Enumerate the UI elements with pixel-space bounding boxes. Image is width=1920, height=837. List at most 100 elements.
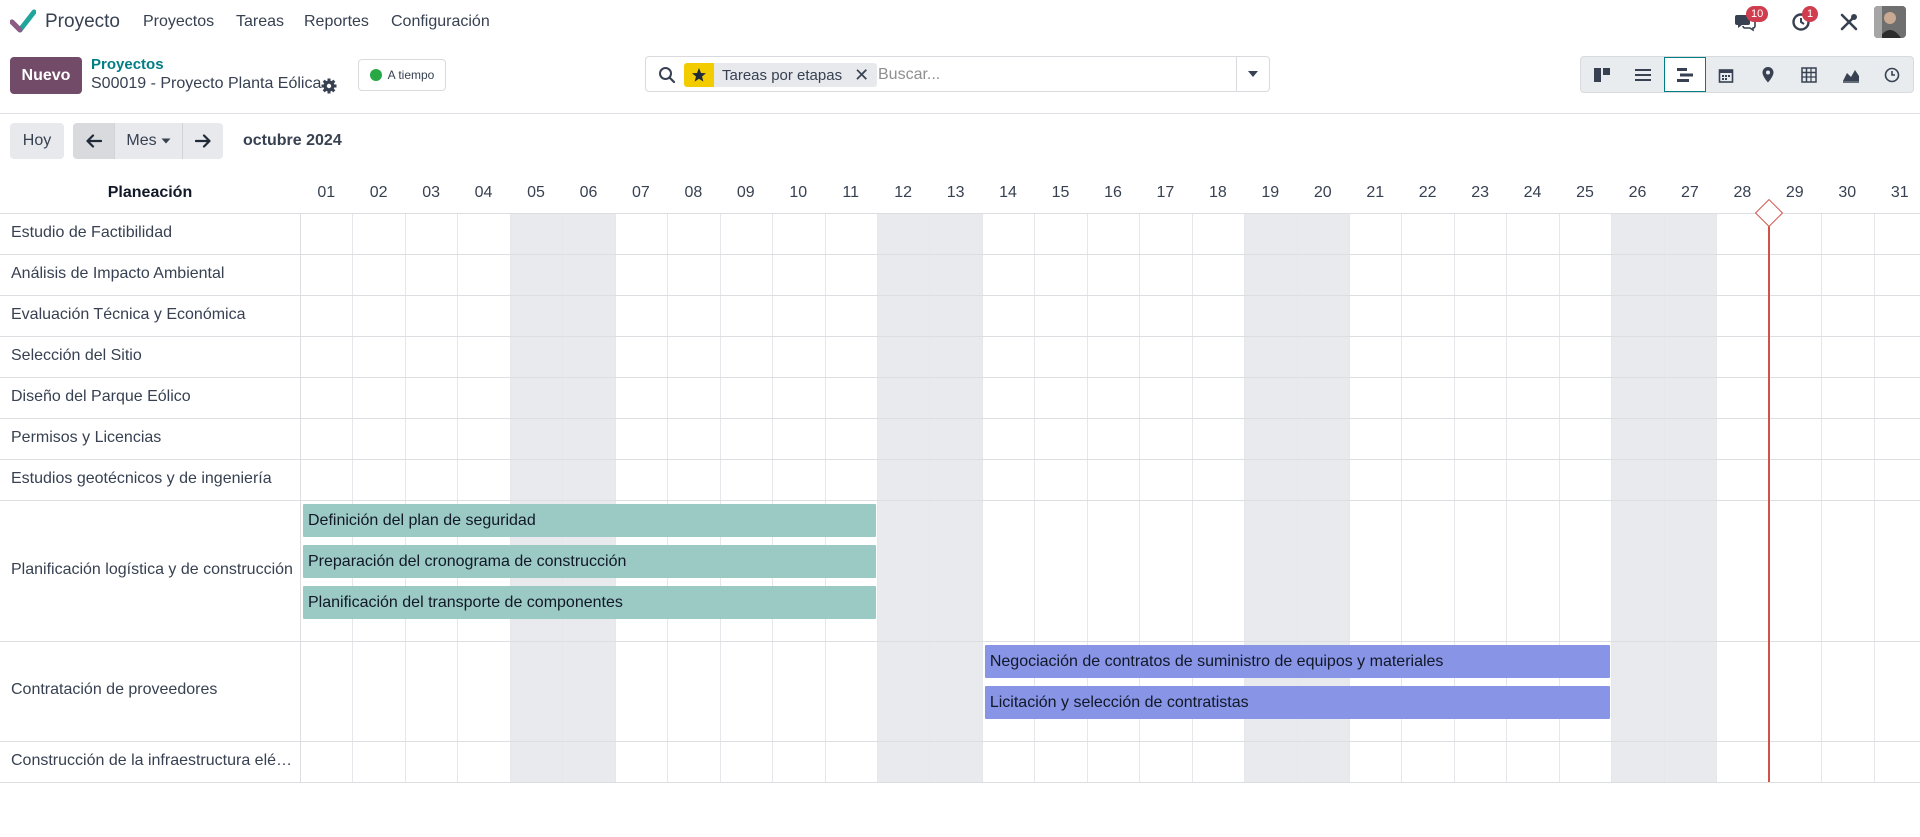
grid-column-line — [614, 213, 616, 782]
day-header: 25 — [1576, 184, 1594, 201]
grid-column-line — [824, 213, 826, 782]
grid-column-line — [1611, 213, 1613, 782]
view-activity-button[interactable] — [1872, 57, 1914, 92]
gantt-row-label[interactable]: Estudios geotécnicos y de ingeniería — [11, 470, 294, 488]
gear-icon[interactable] — [320, 77, 338, 95]
breadcrumb-projects-link[interactable]: Proyectos — [91, 56, 164, 73]
avatar-photo — [1874, 6, 1906, 38]
day-header: 23 — [1471, 184, 1489, 201]
current-period-label: octubre 2024 — [243, 132, 342, 149]
gantt-row-label[interactable]: Selección del Sitio — [11, 347, 294, 365]
search-input[interactable] — [878, 64, 1218, 86]
row-divider — [0, 741, 1920, 742]
view-kanban-button[interactable] — [1581, 57, 1623, 92]
search-icon — [659, 67, 676, 84]
day-header: 21 — [1366, 184, 1385, 201]
user-avatar[interactable] — [1874, 6, 1906, 38]
gantt-navigation: Mes — [73, 123, 223, 159]
day-header: 16 — [1104, 184, 1122, 201]
previous-period-button[interactable] — [73, 123, 114, 159]
menu-proyectos[interactable]: Proyectos — [143, 13, 214, 31]
day-header: 02 — [369, 184, 388, 201]
new-button[interactable]: Nuevo — [10, 57, 82, 94]
gantt-row-label[interactable]: Permisos y Licencias — [11, 429, 294, 447]
grid-column-line — [1821, 213, 1823, 782]
search-bar[interactable]: Tareas por etapas ✕ — [645, 56, 1270, 92]
task-pill[interactable]: Planificación del transporte de componen… — [303, 586, 876, 619]
view-gantt-button[interactable] — [1664, 57, 1706, 92]
gantt-header-title: Planeación — [107, 184, 193, 201]
search-options-toggle[interactable] — [1236, 57, 1269, 91]
gantt-row-label[interactable]: Construcción de la infraestructura eléct… — [11, 752, 294, 770]
grid-column-line — [929, 213, 931, 782]
task-pill[interactable]: Definición del plan de seguridad — [303, 504, 876, 537]
gantt-chart: Planeación 01 02 03 04 05 06 07 08 09 10 11 12 13 14 1… — [0, 173, 1920, 785]
project-status-button[interactable]: A tiempo — [358, 59, 446, 91]
today-button[interactable]: Hoy — [10, 123, 64, 159]
grid-column-line — [1663, 213, 1665, 782]
messages-button[interactable]: 10 — [1732, 6, 1769, 35]
tools-icon — [1840, 13, 1858, 31]
menu-tareas[interactable]: Tareas — [236, 13, 284, 31]
task-pill[interactable]: Negociación de contratos de suministro d… — [984, 645, 1611, 678]
gantt-row-label[interactable]: Diseño del Parque Eólico — [11, 388, 294, 406]
favorite-facet-star — [684, 63, 714, 87]
grid-column-line — [719, 213, 721, 782]
view-list-button[interactable] — [1623, 57, 1665, 92]
day-header: 20 — [1313, 184, 1332, 201]
weekend-column — [1611, 213, 1664, 782]
task-pill[interactable]: Licitación y selección de contratistas — [984, 686, 1611, 719]
row-divider — [0, 377, 1920, 378]
row-divider — [0, 336, 1920, 337]
task-pill[interactable]: Preparación del cronograma de construcci… — [303, 545, 876, 578]
grid-column-line — [509, 213, 511, 782]
day-header: 09 — [736, 184, 755, 201]
row-divider — [0, 295, 1920, 296]
app-name[interactable]: Proyecto — [45, 11, 120, 33]
view-calendar-button[interactable] — [1706, 57, 1748, 92]
map-pin-icon — [1762, 66, 1774, 82]
activity-clock-icon — [1884, 67, 1900, 82]
row-divider — [0, 641, 1920, 642]
search-facet: Tareas por etapas ✕ — [714, 63, 878, 87]
caret-down-icon — [161, 138, 171, 144]
header-divider — [0, 213, 1920, 214]
debug-tools-button[interactable] — [1836, 9, 1862, 35]
today-line — [1767, 213, 1770, 782]
row-divider — [0, 459, 1920, 460]
gantt-row-label[interactable]: Planificación logística y de construcció… — [11, 561, 294, 579]
view-pivot-button[interactable] — [1789, 57, 1831, 92]
menu-reportes[interactable]: Reportes — [304, 13, 369, 31]
grid-column-line — [457, 213, 459, 782]
day-header: 13 — [946, 184, 965, 201]
day-header: 31 — [1890, 184, 1909, 201]
weekend-column — [562, 213, 615, 782]
day-header: 26 — [1628, 184, 1647, 201]
gantt-row-label[interactable]: Análisis de Impacto Ambiental — [11, 265, 294, 283]
activities-button[interactable]: 1 — [1788, 6, 1819, 35]
scale-dropdown[interactable]: Mes — [114, 123, 182, 159]
grid-column-line — [981, 213, 983, 782]
row-divider — [0, 418, 1920, 419]
messages-badge: 10 — [1746, 6, 1769, 22]
gantt-row-label[interactable]: Estudio de Factibilidad — [11, 224, 294, 242]
gantt-row-label[interactable]: Contratación de proveedores — [11, 681, 294, 699]
breadcrumb-current: S00019 - Proyecto Planta Eólica — [91, 75, 322, 92]
day-header: 07 — [632, 184, 650, 201]
grid-column-line — [1716, 213, 1718, 782]
weekend-column — [1663, 213, 1717, 782]
day-header: 24 — [1523, 184, 1542, 201]
status-dot — [369, 69, 382, 81]
view-map-button[interactable] — [1747, 57, 1789, 92]
app-logo-icon[interactable] — [10, 9, 36, 33]
day-header: 19 — [1261, 184, 1280, 201]
grid-column-line — [352, 213, 354, 782]
day-header: 30 — [1838, 184, 1857, 201]
gantt-row-label[interactable]: Evaluación Técnica y Económica — [11, 306, 294, 324]
next-period-button[interactable] — [182, 123, 223, 159]
status-label: A tiempo — [387, 68, 435, 82]
view-graph-button[interactable] — [1830, 57, 1872, 92]
remove-facet-close-icon[interactable]: ✕ — [854, 66, 869, 84]
menu-configuracion[interactable]: Configuración — [391, 13, 490, 31]
search-facet-label: Tareas por etapas — [722, 66, 843, 84]
